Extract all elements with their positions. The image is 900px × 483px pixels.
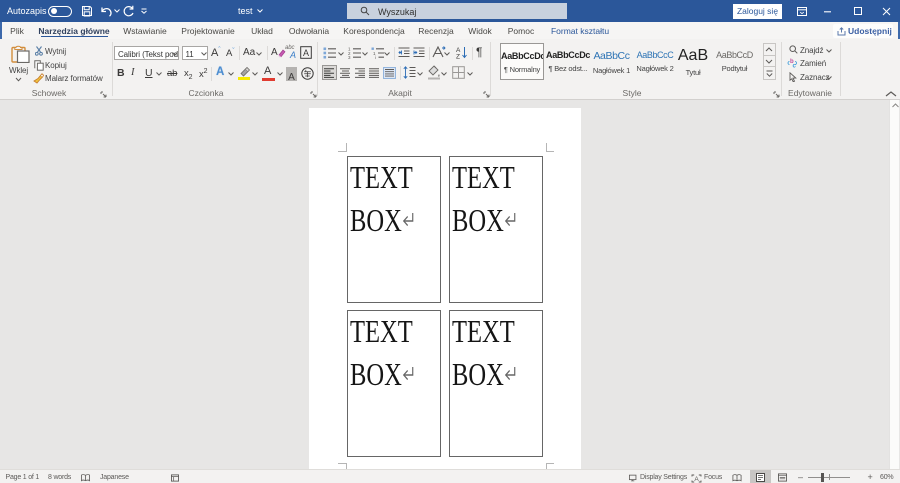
svg-text:3: 3 xyxy=(348,55,351,59)
svg-text:A: A xyxy=(303,48,309,58)
svg-text:i: i xyxy=(375,55,376,59)
svg-text:Z: Z xyxy=(456,54,460,60)
svg-text:A: A xyxy=(694,476,699,483)
